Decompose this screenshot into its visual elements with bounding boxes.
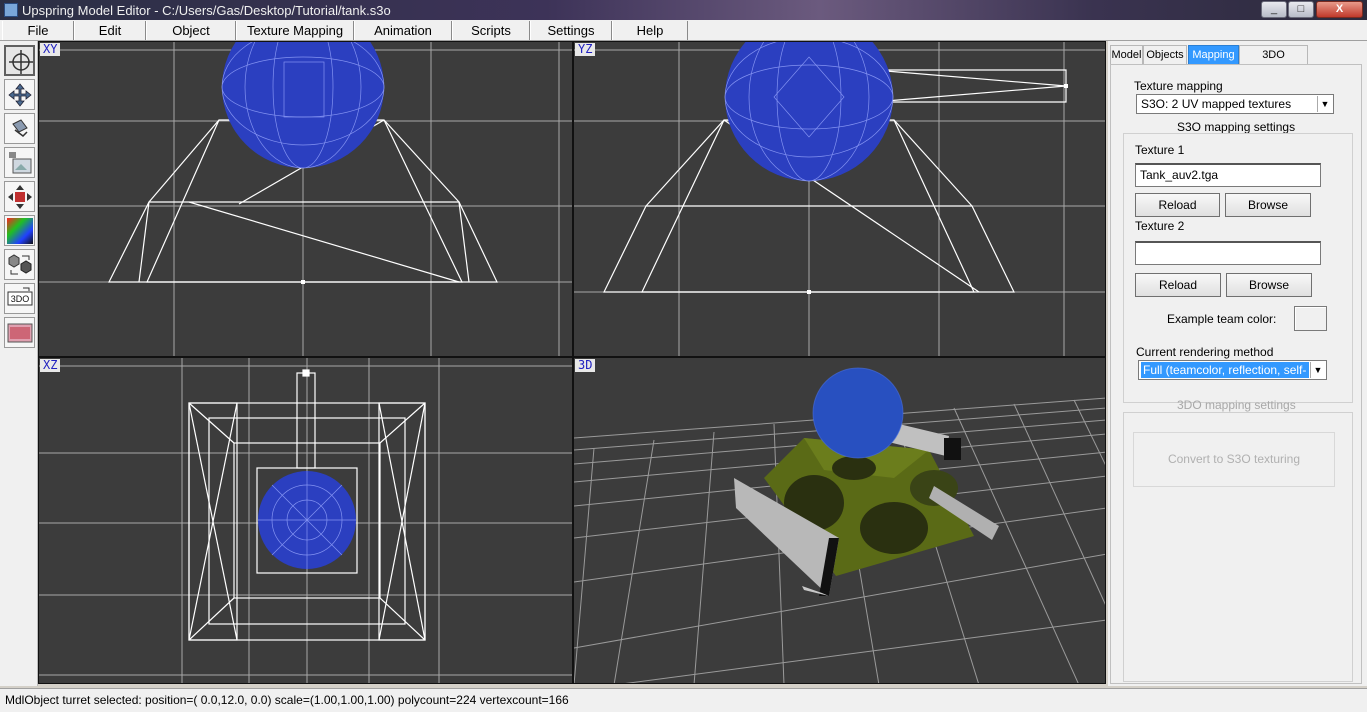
texture-view-icon	[9, 152, 32, 174]
render-method-value: Full (teamcolor, reflection, self-	[1141, 362, 1309, 378]
svg-text:3DO: 3DO	[11, 294, 30, 304]
rotate-icon	[12, 119, 28, 137]
menu-settings[interactable]: Settings	[530, 21, 612, 40]
close-button[interactable]: X	[1316, 1, 1363, 18]
texture2-reload-button[interactable]: Reload	[1135, 273, 1221, 297]
team-color-swatch[interactable]	[1294, 306, 1327, 331]
viewport-3d-label: 3D	[575, 359, 596, 372]
swap-objects-icon	[8, 254, 32, 275]
tab-mapping[interactable]: Mapping	[1188, 45, 1239, 64]
menu-edit[interactable]: Edit	[74, 21, 146, 40]
texture1-label: Texture 1	[1135, 143, 1185, 157]
chevron-down-icon: ▼	[1317, 96, 1332, 112]
3do-tool-button[interactable]: 3DO	[4, 283, 35, 314]
rotate-tool-button[interactable]	[4, 113, 35, 144]
properties-panel: Model Objects Mapping 3DO Textures Textu…	[1108, 41, 1367, 686]
viewport-xz-label: XZ	[40, 359, 61, 372]
texture-paint-icon	[7, 323, 33, 343]
texture-mapping-label: Texture mapping	[1134, 79, 1223, 93]
texture-view-button[interactable]	[4, 147, 35, 178]
status-text: MdlObject turret selected: position=( 0.…	[5, 693, 569, 707]
maximize-button[interactable]: □	[1288, 1, 1314, 18]
texture-mapping-select[interactable]: S3O: 2 UV mapped textures ▼	[1136, 94, 1334, 114]
texture2-label: Texture 2	[1135, 219, 1185, 233]
s3o-settings-label: S3O mapping settings	[1177, 120, 1296, 134]
tab-3do-textures[interactable]: 3DO Textures	[1239, 45, 1308, 80]
status-bar: MdlObject turret selected: position=( 0.…	[0, 688, 1367, 712]
viewport-3d[interactable]: 3D	[573, 357, 1106, 684]
convert-s3o-button[interactable]: Convert to S3O texturing	[1133, 432, 1335, 487]
viewport-xy-label: XY	[40, 43, 61, 56]
menu-animation[interactable]: Animation	[354, 21, 452, 40]
tab-objects[interactable]: Objects	[1143, 45, 1187, 64]
tool-palette: 3DO	[0, 41, 38, 686]
scale-tool-button[interactable]	[4, 181, 35, 212]
texture-mapping-value: S3O: 2 UV mapped textures	[1141, 97, 1292, 111]
mapping-tab-page: Texture mapping S3O: 2 UV mapped texture…	[1110, 64, 1362, 684]
texture2-field[interactable]	[1135, 241, 1321, 265]
xy-wireframe	[39, 42, 572, 356]
texture1-browse-button[interactable]: Browse	[1225, 193, 1311, 217]
texture2-browse-button[interactable]: Browse	[1226, 273, 1312, 297]
camera-tool-button[interactable]	[4, 45, 35, 76]
yz-wireframe	[574, 42, 1105, 356]
move-icon	[8, 83, 32, 107]
swap-objects-button[interactable]	[4, 249, 35, 280]
app-icon	[4, 3, 18, 17]
window-title: Upspring Model Editor - C:/Users/Gas/Des…	[22, 3, 391, 18]
menu-file[interactable]: File	[2, 21, 74, 40]
3do-icon: 3DO	[7, 287, 33, 306]
team-color-label: Example team color:	[1167, 312, 1277, 326]
render-method-select[interactable]: Full (teamcolor, reflection, self- ▼	[1138, 360, 1327, 380]
viewport-yz-label: YZ	[575, 43, 596, 56]
menu-texture-mapping[interactable]: Texture Mapping	[236, 21, 354, 40]
texture1-reload-button[interactable]: Reload	[1135, 193, 1220, 217]
camera-icon	[9, 50, 33, 74]
texture-paint-button[interactable]	[4, 317, 35, 348]
menu-scripts[interactable]: Scripts	[452, 21, 530, 40]
title-bar: Upspring Model Editor - C:/Users/Gas/Des…	[0, 0, 1367, 20]
menu-object[interactable]: Object	[146, 21, 236, 40]
viewport-xz[interactable]: XZ	[38, 357, 573, 684]
3d-view-render	[574, 367, 1105, 683]
render-method-label: Current rendering method	[1136, 345, 1274, 359]
3do-settings-label: 3DO mapping settings	[1177, 398, 1296, 412]
texture1-field[interactable]: Tank_auv2.tga	[1135, 163, 1321, 187]
color-tool-button[interactable]	[4, 215, 35, 246]
chevron-down-icon: ▼	[1310, 362, 1325, 378]
move-tool-button[interactable]	[4, 79, 35, 110]
minimize-button[interactable]: _	[1261, 1, 1287, 18]
scale-icon	[8, 185, 32, 209]
viewport-yz[interactable]: YZ	[573, 41, 1106, 357]
menu-help[interactable]: Help	[612, 21, 688, 40]
color-icon	[7, 218, 33, 244]
viewport-xy[interactable]: XY	[38, 41, 573, 357]
menu-bar: File Edit Object Texture Mapping Animati…	[0, 20, 1367, 41]
tab-model[interactable]: Model	[1110, 45, 1143, 64]
xz-wireframe	[39, 358, 572, 683]
